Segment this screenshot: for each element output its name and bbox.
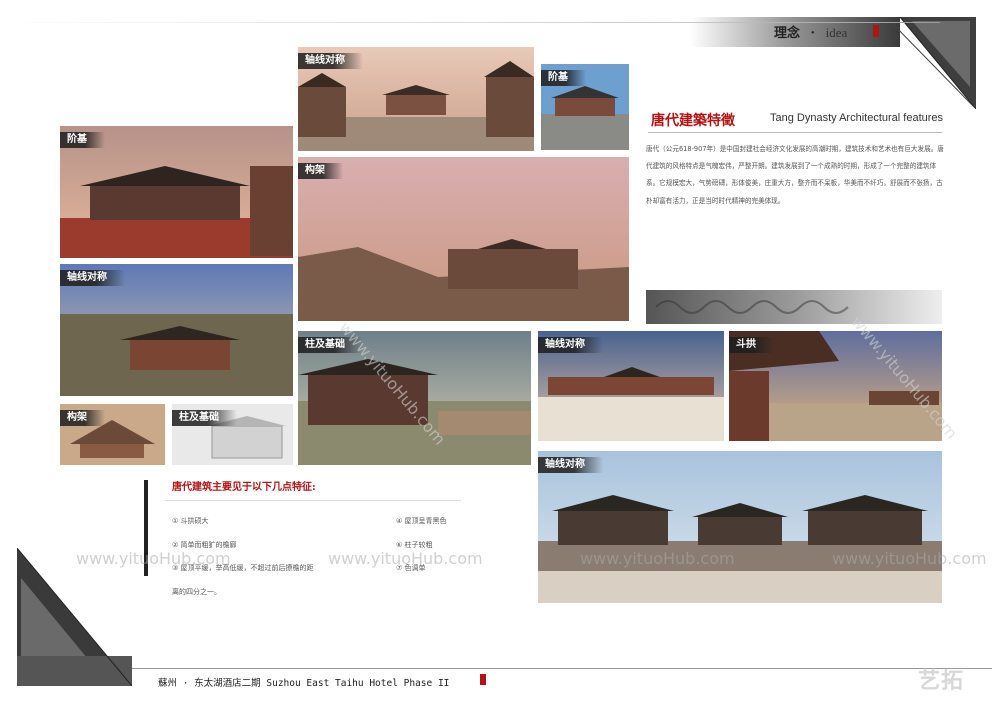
feature-item: 离的四分之一。 [172,588,221,596]
brand-logo: 艺拓 [918,669,965,694]
ornament-band [646,290,942,324]
header-accent-mark [873,25,879,37]
photo-axis-gate: 轴线对称 [298,47,534,151]
page-title-cn: 理念 [774,26,801,41]
watermark-text: www.yituoHub.com [832,549,987,568]
watermark-text: www.yituoHub.com [76,549,231,568]
section-paragraph: 唐代（公元618-907年）是中国封建社会经济文化发展的高潮时期，建筑技术和艺术… [646,145,944,205]
footer-accent-mark [480,674,486,685]
tile-label: 阶基 [541,70,586,86]
section-rule [648,132,942,133]
footer-project-name: 蘇州 · 东太湖酒店二期 Suzhou East Taihu Hotel Pha… [158,678,450,689]
photo-axis-wall: 轴线对称 [538,331,724,441]
photo-axis-front: 轴线对称 [538,451,942,603]
footer-rule [132,668,992,669]
photo-roof-frame: 构架 [60,404,165,465]
tile-label: 构架 [60,410,105,426]
tile-label: 阶基 [60,132,105,148]
tile-label: 轴线对称 [60,270,125,286]
feature-item: ④ 屋顶呈青黑色 [396,517,447,525]
photo-column-sketch: 柱及基础 [172,404,293,465]
section-title-cn: 唐代建築特徵 [651,113,735,129]
tile-label: 轴线对称 [538,457,603,473]
feature-rule [165,500,461,501]
page-title-dot: · [810,26,816,41]
tile-label: 构架 [298,163,343,179]
tile-label: 斗拱 [729,337,774,353]
page-title-en: idea [825,25,848,40]
feature-title: 唐代建筑主要见于以下几点特征: [172,482,316,493]
tile-label: 轴线对称 [538,337,603,353]
photo-axis-city: 轴线对称 [60,264,293,396]
watermark-text: www.yituoHub.com [580,549,735,568]
tile-label: 轴线对称 [298,53,363,69]
page-title: 理念 · idea [774,22,847,41]
photo-platform-large: 阶基 [60,126,293,258]
tile-label: 柱及基础 [172,410,237,426]
feature-item: ① 斗拱硕大 [172,517,209,525]
photo-frame-construction: 构架 [298,157,629,321]
corner-ornament-bottom-left [17,548,132,686]
watermark-text: www.yituoHub.com [328,549,483,568]
photo-platform-small: 阶基 [541,64,629,150]
section-title-en: Tang Dynasty Architectural features [770,112,944,124]
